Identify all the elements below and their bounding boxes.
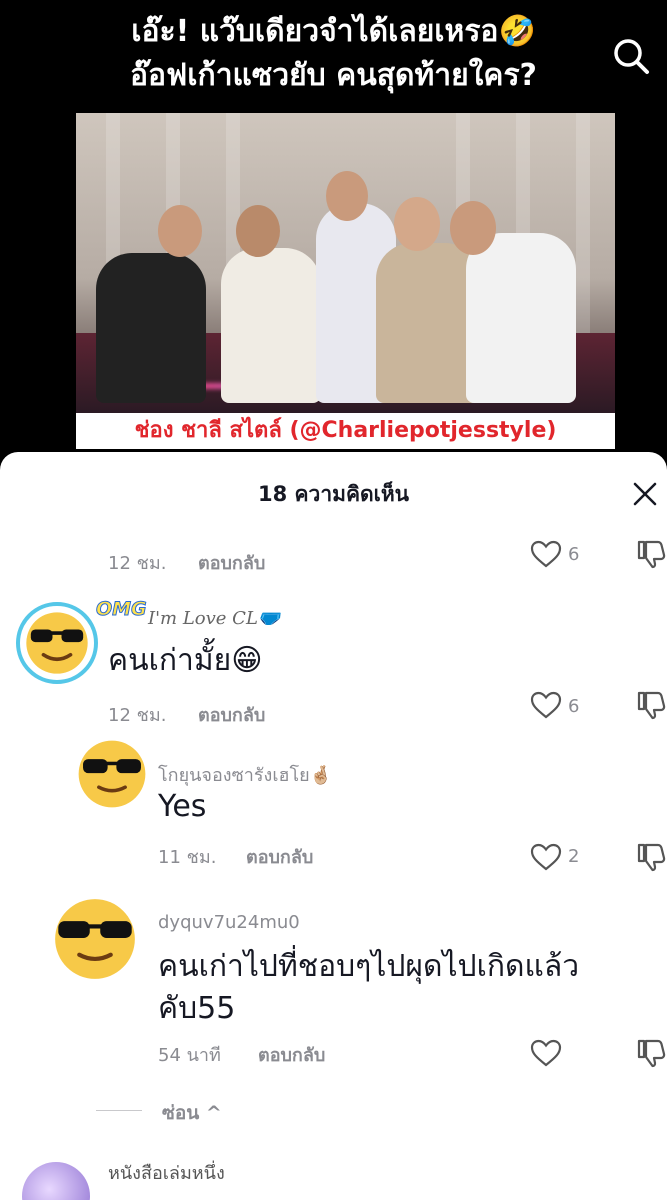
sunglasses-emoji-icon [55,899,135,979]
sunglasses-emoji-icon [78,740,146,808]
omg-badge: OMG [96,598,148,621]
reply-button[interactable]: ตอบกลับ [246,842,313,871]
comments-count-title: 18 ความคิดเห็น [257,482,410,506]
avatar[interactable] [16,602,98,684]
comment-timestamp: 12 ชม. [108,553,167,574]
like-count: 2 [568,846,580,867]
video-caption-line-2: อ๊อฟเก้าแซวยับ คนสุดท้ายใคร? [130,58,537,93]
comment-text: คนเก่าไปที่ชอบๆไปผุดไปเกิดแล้วคับ55 [158,949,580,1026]
avatar[interactable] [22,1162,90,1200]
avatar[interactable] [52,896,138,982]
heart-outline-icon[interactable] [530,539,562,569]
comment-text: Yes [158,789,207,824]
video-player[interactable]: เอ๊ะ! แว๊บเดียวจำได้เลยเหรอ🤣 อ๊อฟเก้าแซว… [0,0,667,470]
close-icon[interactable] [631,480,659,508]
comment-text: คนเก่ามั้ย😁 [108,643,263,678]
comments-sheet: 18 ความคิดเห็น 12 ชม. ตอบกลับ 6 OMG I'm … [0,452,667,1200]
avatar[interactable] [76,738,148,810]
video-caption: เอ๊ะ! แว๊บเดียวจำได้เลยเหรอ🤣 อ๊อฟเก้าแซว… [40,10,627,98]
reply-button[interactable]: ตอบกลับ [198,548,265,577]
reply-button[interactable]: ตอบกลับ [198,700,265,729]
thumbs-down-icon[interactable] [636,690,666,720]
thumbs-down-icon[interactable] [636,1038,666,1068]
comment-timestamp: 12 ชม. [108,705,167,726]
comment-username[interactable]: dyquv7u24mu0 [158,912,300,933]
comment-timestamp: 11 ชม. [158,847,217,868]
video-frame-image [76,113,615,413]
thumbs-down-icon[interactable] [636,842,666,872]
comment-timestamp: 54 นาที [158,1045,221,1066]
comment-username[interactable]: โกยุนจองซารังเฮโย🤞🏼 [158,760,332,789]
heart-outline-icon[interactable] [530,690,562,720]
search-icon[interactable] [611,36,651,76]
heart-outline-icon[interactable] [530,1038,562,1068]
thumbs-down-icon[interactable] [636,539,666,569]
like-count: 6 [568,696,580,717]
sunglasses-emoji-icon [26,612,88,674]
comment-username[interactable]: I'm Love CL🩲 [148,608,280,629]
hide-replies-button[interactable]: ซ่อน ^ [162,1098,222,1128]
channel-banner: ช่อง ชาลี สไตล์ (@Charliepotjesstyle) [76,413,615,449]
comment-username[interactable]: หนังสือเล่มหนึ่ง [108,1158,225,1187]
like-count: 6 [568,544,580,565]
reply-button[interactable]: ตอบกลับ [258,1040,325,1069]
hide-replies-divider [96,1110,142,1111]
heart-outline-icon[interactable] [530,842,562,872]
video-caption-line-1: เอ๊ะ! แว๊บเดียวจำได้เลยเหรอ🤣 [131,14,536,49]
